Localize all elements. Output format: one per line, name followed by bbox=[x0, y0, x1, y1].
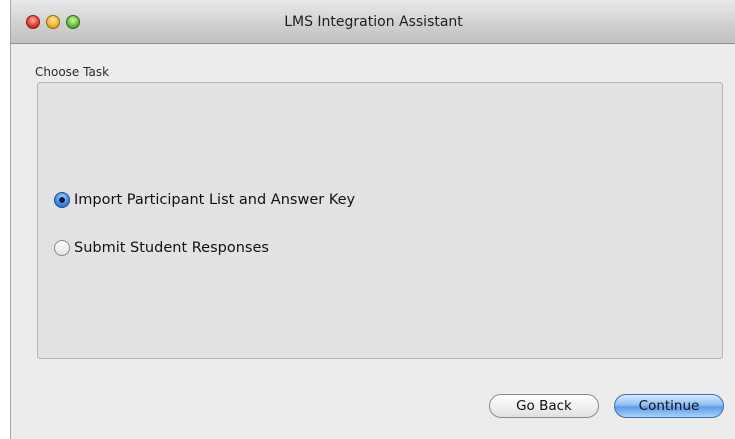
import-option-label[interactable]: Import Participant List and Answer Key bbox=[74, 192, 355, 208]
go-back-button[interactable]: Go Back bbox=[489, 394, 599, 418]
choose-task-label: Choose Task bbox=[35, 65, 110, 79]
radio-selected-icon[interactable] bbox=[54, 192, 70, 208]
submit-option-label[interactable]: Submit Student Responses bbox=[74, 240, 269, 256]
task-group-box bbox=[37, 82, 723, 359]
radio-unselected-icon[interactable] bbox=[54, 240, 70, 256]
title-bar[interactable]: LMS Integration Assistant bbox=[11, 0, 735, 44]
submit-option[interactable]: Submit Student Responses bbox=[54, 238, 269, 258]
assistant-window: LMS Integration Assistant Choose Task Im… bbox=[10, 0, 735, 439]
import-option[interactable]: Import Participant List and Answer Key bbox=[54, 190, 355, 210]
window-title: LMS Integration Assistant bbox=[284, 14, 463, 30]
continue-button[interactable]: Continue bbox=[614, 394, 724, 418]
